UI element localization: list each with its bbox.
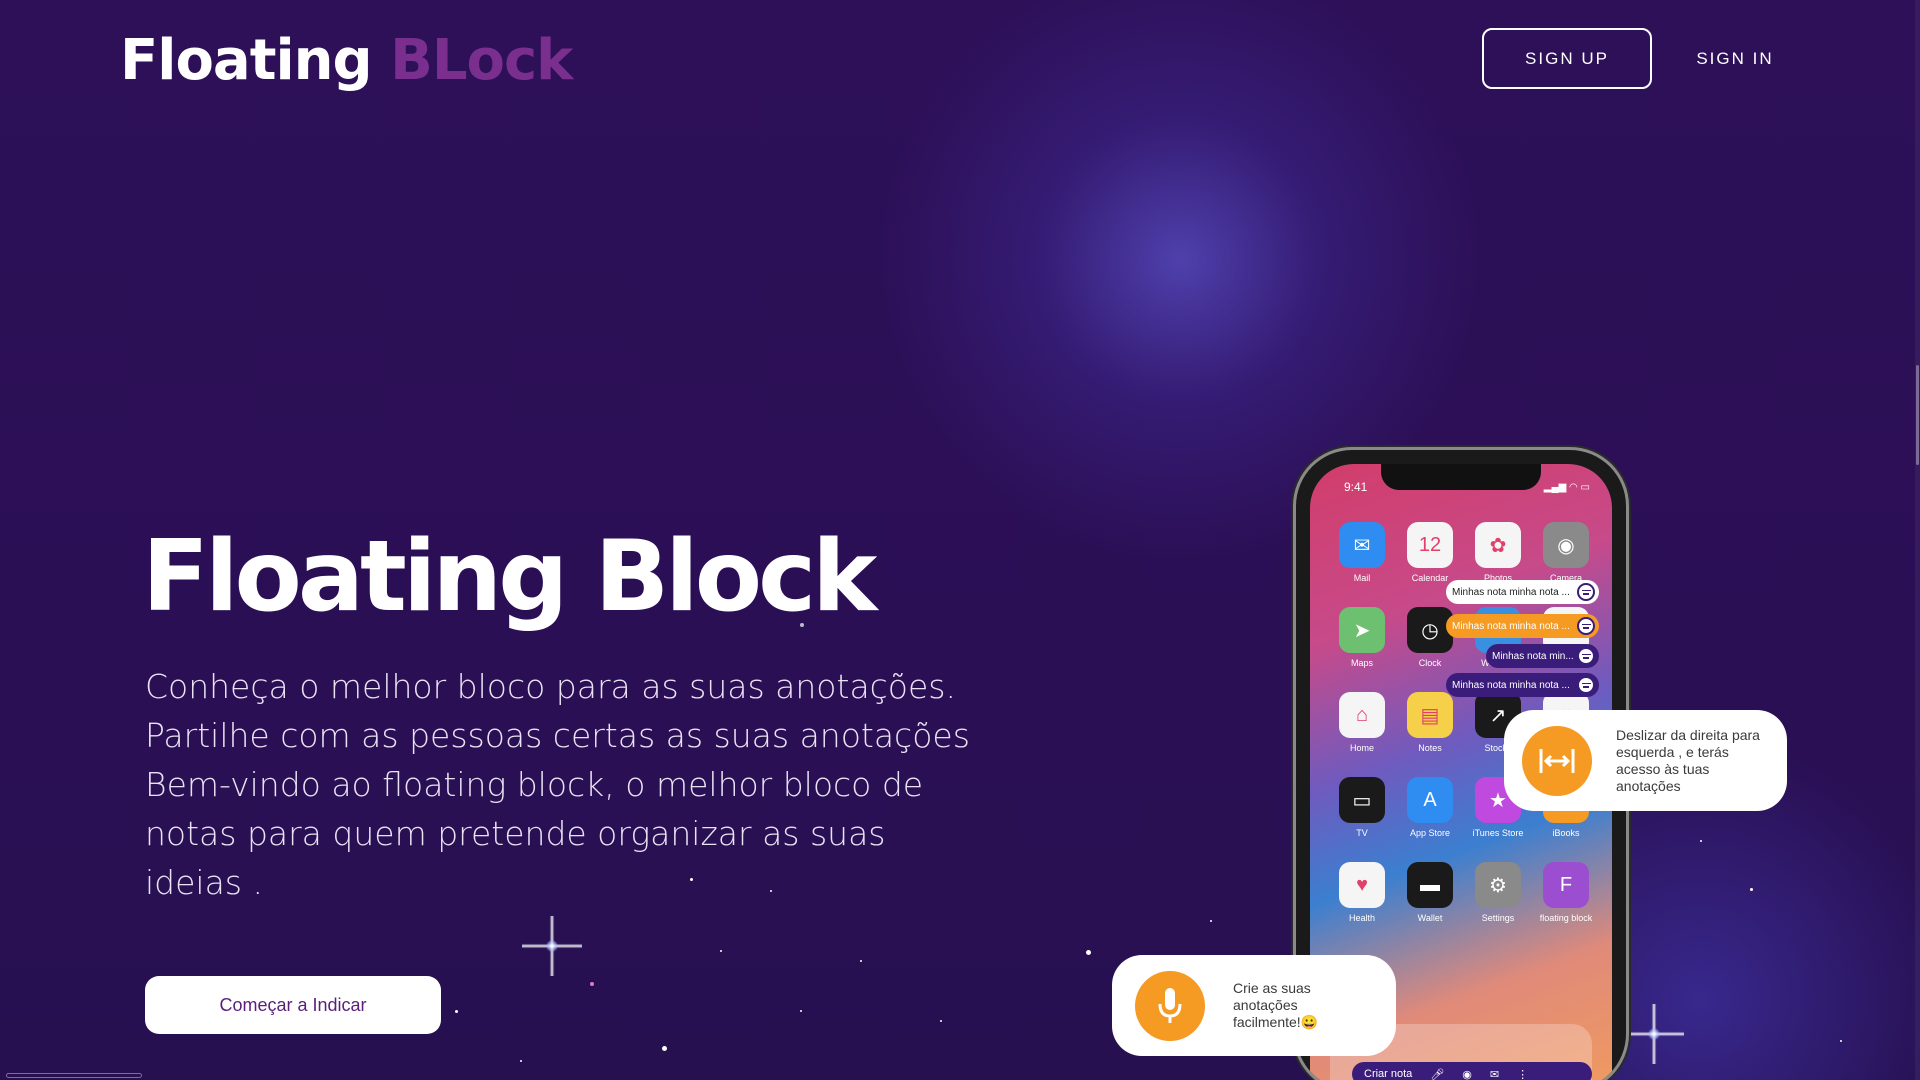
- phone-notch: [1381, 464, 1541, 490]
- notes-icon: ▤: [1407, 692, 1453, 738]
- status-time: 9:41: [1344, 480, 1368, 494]
- note-menu-icon: [1577, 676, 1595, 694]
- mail-add-icon[interactable]: ✉: [1490, 1068, 1499, 1080]
- note-menu-icon: [1577, 617, 1595, 635]
- microphone-icon[interactable]: 🎤︎: [1430, 1068, 1444, 1080]
- hero-line: notas para quem pretende organizar as su…: [145, 814, 886, 853]
- app-mail[interactable]: ✉ Mail: [1328, 522, 1396, 583]
- app-label: Mail: [1353, 573, 1371, 583]
- app-notes[interactable]: ▤ Notes: [1396, 692, 1464, 753]
- hero-line: Partilhe com as pessoas certas as suas a…: [145, 716, 970, 755]
- star: [662, 1046, 667, 1051]
- swipe-info-card: Deslizar da direita para esquerda , e te…: [1504, 710, 1787, 811]
- star: [800, 1010, 802, 1012]
- vertical-scrollbar[interactable]: [1915, 0, 1920, 1080]
- photos-icon: ✿: [1475, 522, 1521, 568]
- app-settings[interactable]: ⚙ Settings: [1464, 862, 1532, 923]
- star: [590, 982, 594, 986]
- voice-note-card: Crie as suas anotações facilmente!😀: [1112, 955, 1396, 1056]
- hero-description: Conheça o melhor bloco para as suas anot…: [145, 662, 1025, 907]
- signal-wifi-battery-icon: ▂▄▆ ◠ ▭: [1543, 482, 1590, 493]
- hero-title: Floating Block: [142, 520, 877, 634]
- maps-icon: ➤: [1339, 607, 1385, 653]
- app-wallet[interactable]: ▬ Wallet: [1396, 862, 1464, 923]
- star: [940, 1020, 942, 1022]
- app-label: floating block: [1539, 913, 1593, 923]
- health-icon: ♥: [1339, 862, 1385, 908]
- app-photos[interactable]: ✿ Photos: [1464, 522, 1532, 583]
- note-pill[interactable]: Minhas nota minha nota ...: [1446, 614, 1599, 638]
- star: [1700, 840, 1702, 842]
- app-app-store[interactable]: A App Store: [1396, 777, 1464, 838]
- app-label: Home: [1349, 743, 1374, 753]
- hero-line: ideias .: [145, 863, 263, 902]
- app-calendar[interactable]: 12 Calendar: [1396, 522, 1464, 583]
- logo-accent-text: BLock: [390, 28, 573, 93]
- note-pill-text: Minhas nota minha nota ...: [1452, 679, 1570, 691]
- app-label: TV: [1356, 828, 1368, 838]
- star: [860, 960, 862, 962]
- create-note-bar[interactable]: Criar nota 🎤︎ ◉ ✉ ⋮: [1352, 1062, 1592, 1080]
- star: [1750, 888, 1753, 891]
- app-label: Wallet: [1417, 913, 1443, 923]
- voice-note-text: Crie as suas anotações facilmente!😀: [1233, 980, 1319, 1030]
- settings-icon: ⚙: [1475, 862, 1521, 908]
- mail-icon: ✉: [1339, 522, 1385, 568]
- tv-icon: ▭: [1339, 777, 1385, 823]
- floating-block-app-icon: F: [1543, 862, 1589, 908]
- hero-line: Conheça o melhor bloco para as suas anot…: [145, 667, 956, 706]
- app-camera[interactable]: ◉ Camera: [1532, 522, 1600, 583]
- more-icon[interactable]: ⋮: [1517, 1068, 1528, 1080]
- hero-line: Bem-vindo ao floating block, o melhor bl…: [145, 765, 924, 804]
- brand-logo[interactable]: Floating BLock: [120, 28, 573, 93]
- swipe-info-text: Deslizar da direita para esquerda , e te…: [1616, 726, 1760, 794]
- microphone-icon[interactable]: [1135, 970, 1205, 1041]
- app-floating-block[interactable]: Ffloating block: [1532, 862, 1600, 923]
- vertical-scrollbar-thumb[interactable]: [1916, 365, 1919, 465]
- sparkle-star: [522, 916, 582, 976]
- note-pill-text: Minhas nota minha nota ...: [1452, 586, 1570, 598]
- star: [1210, 920, 1212, 922]
- app-label: iBooks: [1552, 828, 1580, 838]
- note-pill-text: Minhas nota minha nota ...: [1452, 620, 1570, 632]
- app-health[interactable]: ♥ Health: [1328, 862, 1396, 923]
- create-note-label: Criar nota: [1364, 1068, 1413, 1080]
- star: [720, 950, 722, 952]
- app-store-icon: A: [1407, 777, 1453, 823]
- logo-main-text: Floating: [120, 28, 373, 93]
- wallet-icon: ▬: [1407, 862, 1453, 908]
- note-pill[interactable]: Minhas nota min...: [1486, 644, 1599, 668]
- swipe-arrows-icon: [1522, 725, 1592, 796]
- star: [1840, 1040, 1842, 1042]
- note-menu-icon: [1577, 583, 1595, 601]
- star: [455, 1010, 458, 1013]
- app-tv[interactable]: ▭ TV: [1328, 777, 1396, 838]
- home-icon: ⌂: [1339, 692, 1385, 738]
- start-cta-button[interactable]: Começar a Indicar: [145, 976, 441, 1034]
- sparkle-star: [1624, 1004, 1684, 1064]
- app-label: Health: [1348, 913, 1375, 923]
- app-home[interactable]: ⌂ Home: [1328, 692, 1396, 753]
- sign-up-button[interactable]: SIGN UP: [1482, 28, 1652, 89]
- app-label: Settings: [1481, 913, 1515, 923]
- app-label: Clock: [1418, 658, 1442, 668]
- star: [1086, 950, 1091, 955]
- calendar-icon: 12: [1407, 522, 1453, 568]
- app-label: App Store: [1409, 828, 1451, 838]
- star: [520, 1060, 522, 1062]
- note-menu-icon: [1577, 647, 1595, 665]
- camera-icon: ◉: [1543, 522, 1589, 568]
- horizontal-scrollbar[interactable]: [6, 1073, 142, 1078]
- note-pill[interactable]: Minhas nota minha nota ...: [1446, 673, 1599, 697]
- app-label: Calendar: [1411, 573, 1449, 583]
- app-maps[interactable]: ➤ Maps: [1328, 607, 1396, 668]
- app-label: Maps: [1350, 658, 1373, 668]
- note-pill-text: Minhas nota min...: [1492, 650, 1574, 662]
- sign-in-button[interactable]: SIGN IN: [1690, 28, 1780, 89]
- app-label: iTunes Store: [1472, 828, 1524, 838]
- app-label: Notes: [1418, 743, 1442, 753]
- camera-icon[interactable]: ◉: [1462, 1068, 1472, 1080]
- note-pill[interactable]: Minhas nota minha nota ...: [1446, 580, 1599, 604]
